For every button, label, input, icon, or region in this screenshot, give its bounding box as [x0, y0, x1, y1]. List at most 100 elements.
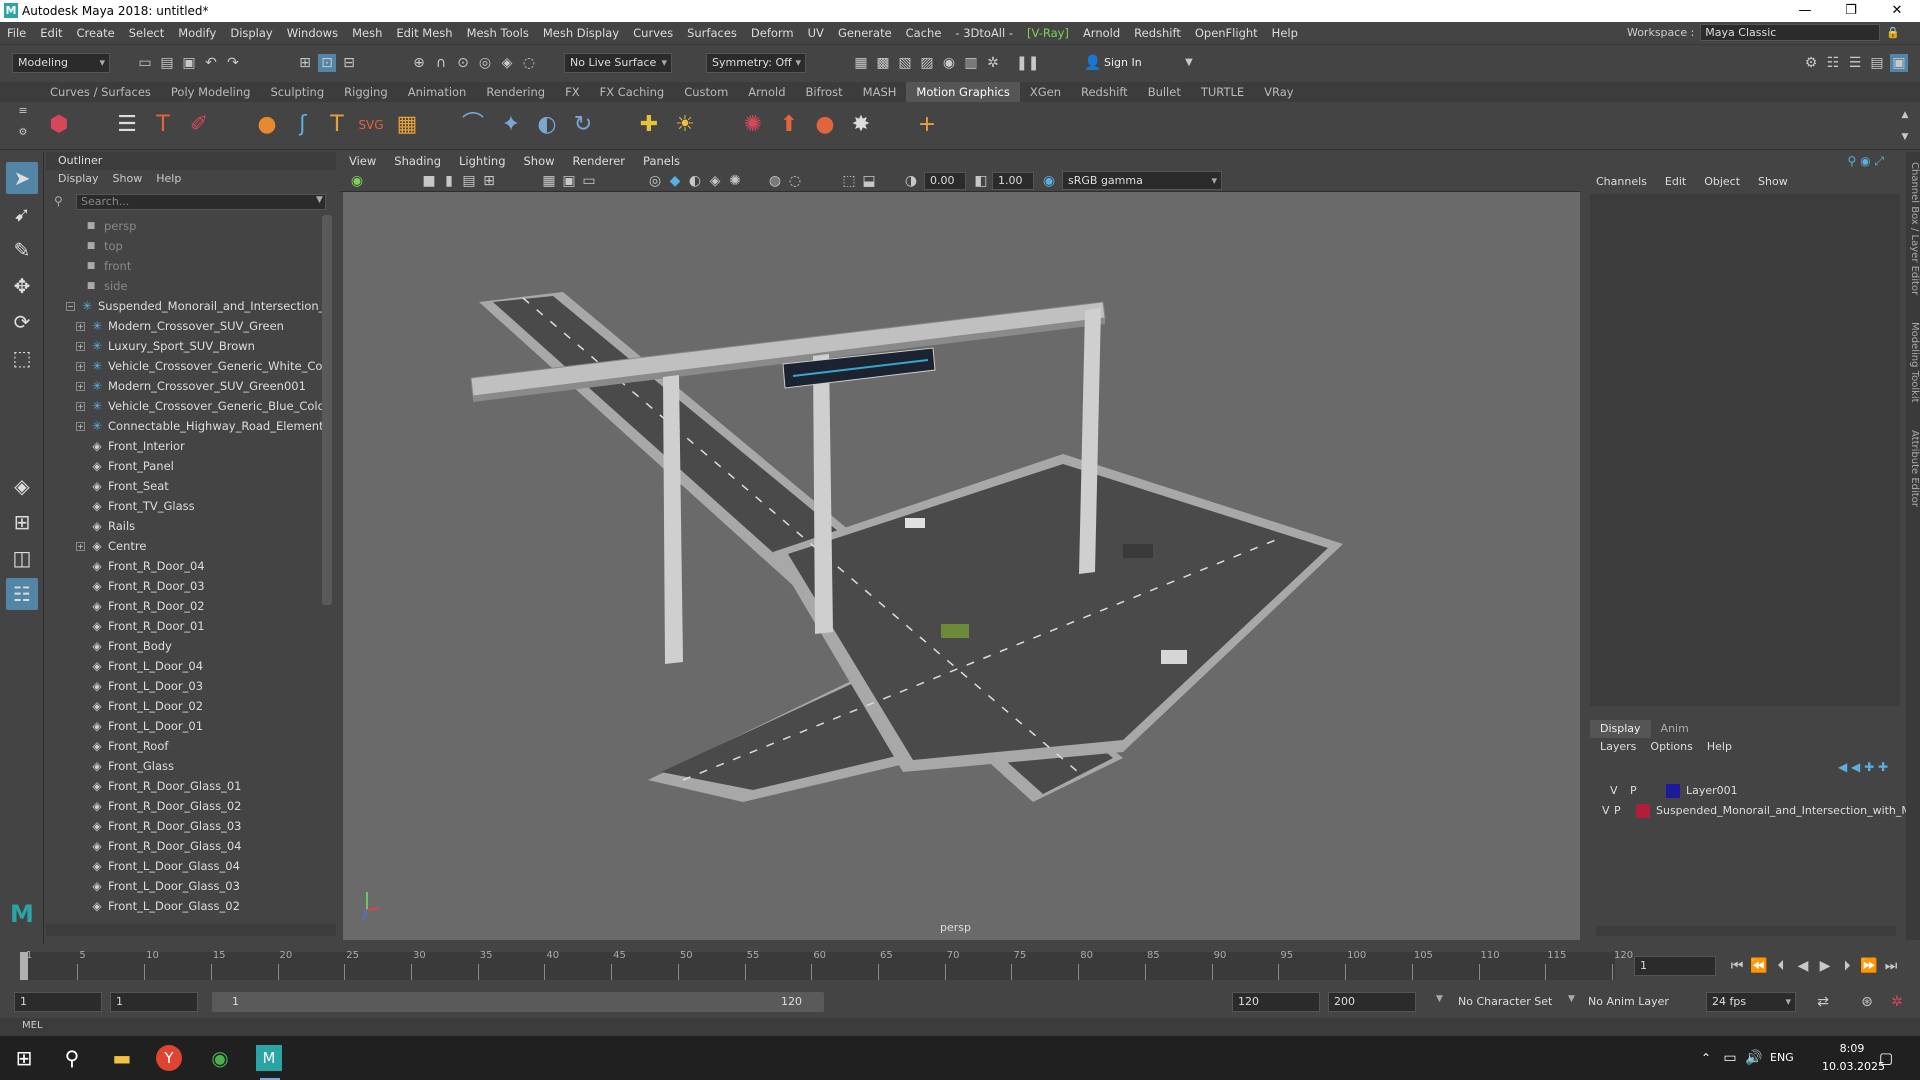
- range-slider[interactable]: 1 120: [212, 992, 824, 1012]
- viewport-menu-0[interactable]: View: [340, 152, 385, 170]
- layer-visibility-toggle[interactable]: V: [1610, 782, 1618, 800]
- menu-item-21[interactable]: OpenFlight: [1188, 26, 1265, 40]
- layer-playback-toggle[interactable]: P: [1614, 802, 1621, 820]
- viewport-menu-5[interactable]: Panels: [634, 152, 689, 170]
- auto-key-icon[interactable]: ⊛: [1858, 993, 1876, 1011]
- search-icon[interactable]: ⚲: [56, 1042, 88, 1074]
- expand-icon[interactable]: +: [76, 362, 85, 371]
- menu-item-15[interactable]: Generate: [831, 26, 899, 40]
- channel-box-menu-0[interactable]: Channels: [1596, 173, 1647, 191]
- select-tool-icon[interactable]: ➤: [6, 162, 38, 194]
- outliner-hscrollbar[interactable]: [46, 924, 336, 936]
- close-icon[interactable]: ✕: [1874, 0, 1920, 22]
- move-tool-icon[interactable]: ✥: [6, 270, 38, 302]
- menu-item-9[interactable]: Mesh Tools: [460, 26, 536, 40]
- outliner-item[interactable]: ◈ Front_L_Door_Glass_04: [52, 856, 322, 876]
- outliner-item[interactable]: ◈ Front_TV_Glass: [52, 496, 322, 516]
- outliner-menu-0[interactable]: Display: [58, 170, 99, 188]
- layer-name[interactable]: Layer001: [1686, 782, 1738, 800]
- text-list-icon[interactable]: ☰: [112, 110, 142, 140]
- step-forward-icon[interactable]: ⏵: [1838, 957, 1856, 975]
- outliner-item[interactable]: ■ side: [52, 276, 322, 296]
- outliner-item[interactable]: ◈ Front_R_Door_Glass_03: [52, 816, 322, 836]
- shelf-menu-icon[interactable]: ≡: [14, 102, 32, 120]
- shelf-tab-6[interactable]: FX: [555, 82, 590, 102]
- gamma-field[interactable]: 1.00: [992, 172, 1034, 190]
- color-management-icon[interactable]: ◉: [1040, 172, 1058, 190]
- mash-distribute-icon[interactable]: ⬆: [774, 110, 804, 140]
- menu-item-11[interactable]: Curves: [626, 26, 680, 40]
- layer-action-icons[interactable]: ◀ ◀ ✚ ✚: [1838, 760, 1888, 774]
- outliner-item[interactable]: ◈ Front_L_Door_02: [52, 696, 322, 716]
- layer-menu-2[interactable]: Help: [1707, 738, 1732, 756]
- shelf-tab-7[interactable]: FX Caching: [590, 82, 675, 102]
- save-scene-icon[interactable]: ▣: [180, 54, 198, 72]
- shelf-tab-10[interactable]: Bifrost: [796, 82, 853, 102]
- animation-start-field[interactable]: 1: [14, 992, 102, 1012]
- hypershade-icon[interactable]: ◉: [940, 54, 958, 72]
- wireframe-icon[interactable]: ▦: [540, 172, 558, 190]
- layer-tab-1[interactable]: Anim: [1651, 720, 1699, 738]
- restore-icon[interactable]: ❐: [1828, 0, 1874, 22]
- pause-viewport-icon[interactable]: ❚❚: [1016, 54, 1039, 72]
- shelf-scroll-down-icon[interactable]: ▼: [1896, 128, 1914, 146]
- undo-icon[interactable]: ↶: [202, 54, 220, 72]
- outliner-search-input[interactable]: Search...: [76, 194, 326, 210]
- outliner-item[interactable]: ■ top: [52, 236, 322, 256]
- mode-dropdown[interactable]: Modeling: [12, 53, 110, 73]
- paint-select-icon[interactable]: ✎: [6, 234, 38, 266]
- exposure-field[interactable]: 0.00: [924, 172, 966, 190]
- modeling-toolkit-icon[interactable]: ⚙: [1802, 54, 1820, 72]
- attribute-editor-icon[interactable]: ☷: [1824, 54, 1842, 72]
- viewport-menu-2[interactable]: Lighting: [450, 152, 514, 170]
- menu-item-22[interactable]: Help: [1265, 26, 1305, 40]
- volume-icon[interactable]: 🔊: [1738, 1042, 1770, 1074]
- go-to-start-icon[interactable]: ⏮: [1728, 957, 1746, 975]
- shelf-tab-14[interactable]: Redshift: [1071, 82, 1138, 102]
- color-space-dropdown[interactable]: sRGB gamma: [1062, 171, 1222, 190]
- locator-icon[interactable]: +: [912, 110, 942, 140]
- expand-icon[interactable]: +: [76, 542, 85, 551]
- grid-icon[interactable]: ⊞: [480, 172, 498, 190]
- chrome-icon[interactable]: ◉: [204, 1042, 236, 1074]
- wire-icon[interactable]: ✦: [496, 110, 526, 140]
- shelf-tab-13[interactable]: XGen: [1020, 82, 1071, 102]
- side-tab-2[interactable]: Attribute Editor: [1906, 430, 1920, 507]
- type-text-icon[interactable]: T: [322, 110, 352, 140]
- layer-row[interactable]: V P Suspended_Monorail_and_Intersection_wi…: [1590, 802, 1911, 820]
- open-scene-icon[interactable]: ▤: [158, 54, 176, 72]
- render-frame-icon[interactable]: ▩: [874, 54, 892, 72]
- shelf-tab-2[interactable]: Sculpting: [260, 82, 334, 102]
- yandex-browser-icon[interactable]: Y: [156, 1045, 182, 1071]
- channel-box-icon[interactable]: ▤: [1868, 54, 1886, 72]
- lock-icon[interactable]: 🔒: [1886, 26, 1900, 39]
- outliner-item[interactable]: ◈ Rails: [52, 516, 322, 536]
- outliner-scrollbar-thumb[interactable]: [322, 215, 332, 605]
- mel-label[interactable]: MEL: [22, 1020, 43, 1031]
- curve-icon[interactable]: ʃ: [288, 110, 318, 140]
- viewport-menu-4[interactable]: Renderer: [564, 152, 635, 170]
- bookmark-icon[interactable]: ▮: [440, 172, 458, 190]
- menu-item-20[interactable]: Redshift: [1127, 26, 1188, 40]
- new-scene-icon[interactable]: ▭: [136, 54, 154, 72]
- shelf-settings-icon[interactable]: ⚙: [14, 124, 32, 142]
- expand-icon[interactable]: +: [76, 422, 85, 431]
- anti-alias-icon[interactable]: ⬓: [860, 172, 878, 190]
- chevron-down-icon[interactable]: ▼: [1180, 54, 1198, 72]
- snap-view-icon[interactable]: ◎: [476, 54, 494, 72]
- menu-item-7[interactable]: Mesh: [345, 26, 389, 40]
- live-surface-field[interactable]: No Live Surface: [564, 53, 672, 73]
- four-view-icon[interactable]: ⊞: [6, 506, 38, 538]
- tool-settings-icon[interactable]: ☰: [1846, 54, 1864, 72]
- shelf-tab-3[interactable]: Rigging: [334, 82, 398, 102]
- layer-hscrollbar[interactable]: [1596, 926, 1896, 936]
- symmetry-dropdown[interactable]: Symmetry: Off: [706, 53, 806, 73]
- twist-icon[interactable]: ↻: [568, 110, 598, 140]
- outliner-item[interactable]: ◈ Front_L_Door_01: [52, 716, 322, 736]
- layer-color-swatch[interactable]: [1636, 804, 1650, 818]
- menu-item-14[interactable]: UV: [801, 26, 831, 40]
- sweep-icon[interactable]: ⌒: [458, 110, 488, 140]
- xray-icon[interactable]: ◌: [786, 172, 804, 190]
- shelf-tab-9[interactable]: Arnold: [738, 82, 795, 102]
- maya-taskbar-icon[interactable]: M: [256, 1045, 282, 1071]
